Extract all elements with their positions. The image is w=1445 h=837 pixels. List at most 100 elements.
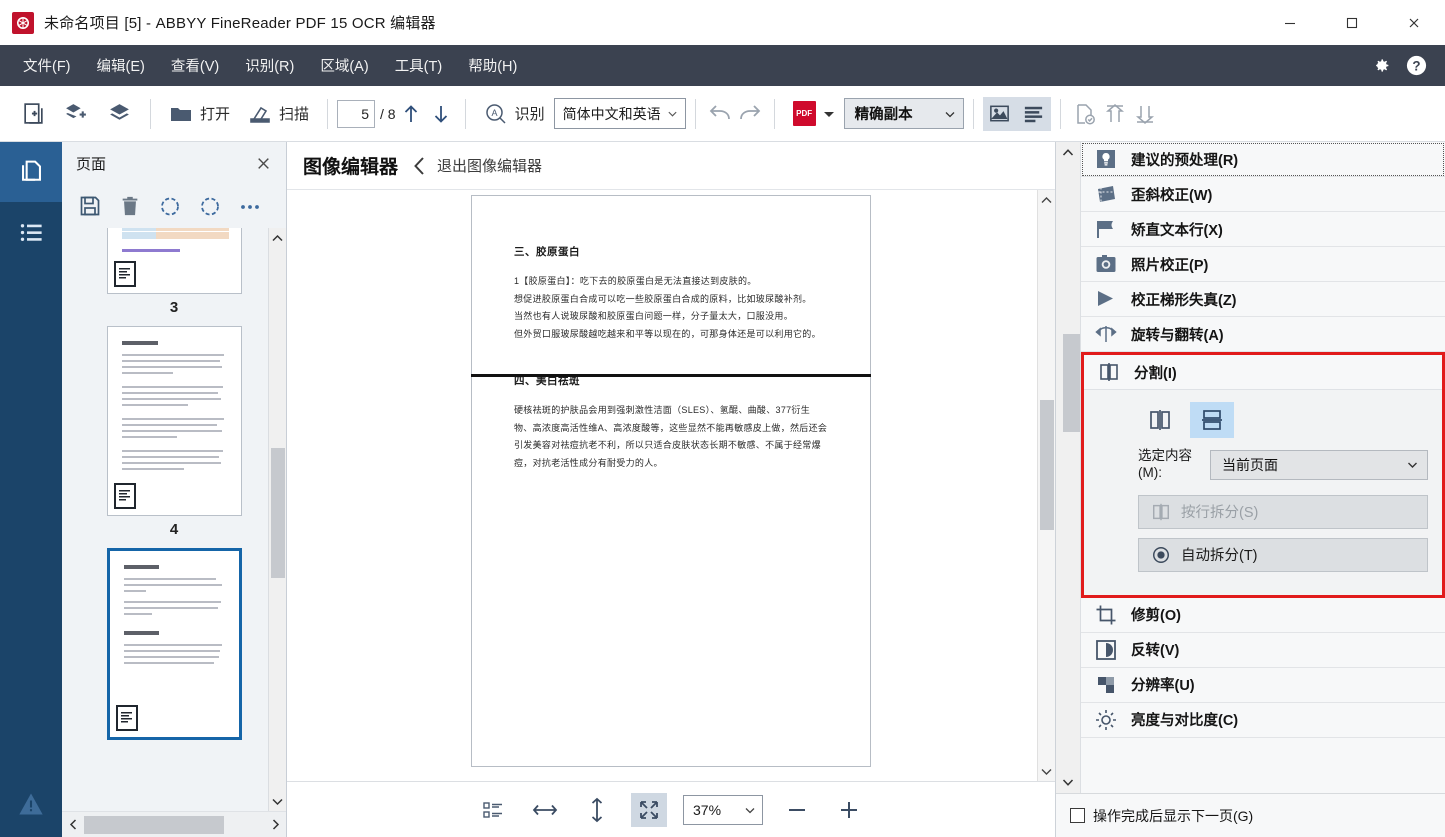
split-scope-select[interactable]: 当前页面 [1210, 450, 1428, 480]
add-layers-icon[interactable] [55, 94, 98, 134]
tool-rotate-flip[interactable]: 旋转与翻转(A) [1081, 317, 1445, 352]
tool-suggested-preprocessing[interactable]: 建议的预处理(R) [1081, 142, 1445, 177]
list-rail-icon[interactable] [0, 202, 62, 262]
show-next-page-checkbox[interactable] [1070, 808, 1085, 823]
tool-crop[interactable]: 修剪(O) [1081, 598, 1445, 633]
chevron-left-icon[interactable] [62, 812, 84, 837]
thumbnail-item-3[interactable]: 3 [107, 232, 242, 316]
page-number-input[interactable]: 5 [337, 100, 375, 128]
language-select[interactable]: 简体中文和英语 [554, 98, 686, 129]
tool-resolution[interactable]: 分辨率(U) [1081, 668, 1445, 703]
gear-icon[interactable] [1365, 51, 1395, 81]
chevron-up-icon[interactable] [269, 228, 287, 248]
menu-recognize[interactable]: 识别(R) [232, 49, 307, 82]
split-vertical-icon[interactable] [1138, 402, 1182, 438]
menu-edit[interactable]: 编辑(E) [84, 49, 158, 82]
hscrollbar-track[interactable] [84, 812, 264, 837]
thumbnail-page[interactable] [107, 326, 242, 516]
fit-height-icon[interactable] [579, 793, 615, 827]
open-button[interactable]: 打开 [160, 94, 239, 134]
split-guide-line[interactable] [471, 374, 871, 377]
menu-area[interactable]: 区域(A) [307, 49, 381, 82]
more-icon[interactable] [232, 189, 268, 223]
close-icon[interactable] [250, 150, 276, 176]
document-page[interactable]: 三、胶原蛋白 1【胶原蛋白】：吃下去的胶原蛋白是无法直接达到皮肤的。 想促进胶原… [471, 195, 871, 767]
scrollbar-track[interactable] [269, 248, 287, 791]
chevron-up-icon[interactable] [1038, 190, 1056, 210]
thumbnail-item-4[interactable]: 4 [107, 316, 242, 538]
scrollbar-track[interactable] [1038, 210, 1056, 761]
thumbnail-item-5[interactable] [107, 538, 242, 740]
tools-scrollbar[interactable] [1056, 142, 1081, 793]
show-next-page-row[interactable]: 操作完成后显示下一页(G) [1056, 793, 1445, 837]
menu-help[interactable]: 帮助(H) [455, 49, 530, 82]
download-icon[interactable] [1130, 98, 1160, 130]
delete-icon[interactable] [112, 189, 148, 223]
recognize-button[interactable]: A 识别 [475, 94, 554, 134]
maximize-button[interactable] [1321, 0, 1383, 45]
zoom-out-button[interactable] [779, 793, 815, 827]
add-page-icon[interactable] [12, 94, 55, 134]
undo-icon[interactable] [705, 98, 735, 130]
thumbnails-scrollbar[interactable] [268, 228, 286, 811]
hscrollbar-thumb[interactable] [84, 816, 224, 834]
toolbar-separator-3 [465, 99, 466, 129]
fit-width-icon[interactable] [527, 793, 563, 827]
pdf-badge: PDF [793, 101, 816, 126]
warning-triangle-icon[interactable] [0, 771, 62, 837]
chevron-down-icon[interactable] [269, 791, 287, 811]
zoom-select[interactable]: 37% [683, 795, 763, 825]
text-view-icon[interactable] [1017, 97, 1051, 131]
pdf-format-button[interactable]: PDF [784, 94, 844, 134]
split-by-line-button[interactable]: 按行拆分(S) [1138, 495, 1428, 529]
image-view-icon[interactable] [983, 97, 1017, 131]
exit-image-editor-button[interactable]: 退出图像编辑器 [412, 155, 542, 176]
chevron-down-icon[interactable] [1059, 771, 1077, 793]
chevron-right-icon[interactable] [264, 812, 286, 837]
tool-correct-trapezoid[interactable]: 校正梯形失真(Z) [1081, 282, 1445, 317]
document-check-icon[interactable] [1070, 98, 1100, 130]
tool-straighten-text-lines[interactable]: 矫直文本行(X) [1081, 212, 1445, 247]
tool-split-header[interactable]: 分割(I) [1084, 355, 1442, 390]
chevron-down-icon[interactable] [1038, 761, 1056, 781]
close-button[interactable] [1383, 0, 1445, 45]
scrollbar-thumb[interactable] [1040, 400, 1054, 530]
rotate-right-icon[interactable] [192, 189, 228, 223]
tool-invert[interactable]: 反转(V) [1081, 633, 1445, 668]
layers-icon[interactable] [98, 94, 141, 134]
pages-rail-icon[interactable] [0, 142, 62, 202]
upload-icon[interactable] [1100, 98, 1130, 130]
tool-deskew[interactable]: 歪斜校正(W) [1081, 177, 1445, 212]
tool-photo-correction[interactable]: 照片校正(P) [1081, 247, 1445, 282]
scrollbar-thumb[interactable] [271, 448, 285, 578]
minimize-button[interactable] [1259, 0, 1321, 45]
arrow-up-icon[interactable] [396, 98, 426, 130]
menu-tools[interactable]: 工具(T) [382, 49, 456, 82]
tool-brightness-contrast[interactable]: 亮度与对比度(C) [1081, 703, 1445, 738]
tools-list: 建议的预处理(R) 歪斜校正(W) 矫直文本行(X) [1081, 142, 1445, 793]
fit-screen-icon[interactable] [631, 793, 667, 827]
zoom-in-button[interactable] [831, 793, 867, 827]
question-circle-icon[interactable]: ? [1401, 51, 1431, 81]
thumbnail-page[interactable] [107, 228, 242, 294]
scan-button[interactable]: 扫描 [239, 94, 318, 134]
chevron-left-icon [412, 156, 427, 176]
redo-icon[interactable] [735, 98, 765, 130]
chevron-up-icon[interactable] [1059, 142, 1077, 164]
split-horizontal-icon[interactable] [1190, 402, 1234, 438]
canvas-scrollbar[interactable] [1037, 190, 1055, 781]
menu-file[interactable]: 文件(F) [10, 49, 84, 82]
menu-view[interactable]: 查看(V) [158, 49, 232, 82]
auto-split-button[interactable]: 自动拆分(T) [1138, 538, 1428, 572]
rotate-left-icon[interactable] [152, 189, 188, 223]
save-icon[interactable] [72, 189, 108, 223]
thumbnail-page-selected[interactable] [107, 548, 242, 740]
arrow-down-icon[interactable] [426, 98, 456, 130]
scrollbar-thumb[interactable] [1063, 334, 1080, 432]
format-select[interactable]: 精确副本 [844, 98, 964, 129]
scrollbar-track[interactable] [1059, 164, 1077, 771]
canvas-area[interactable]: 三、胶原蛋白 1【胶原蛋白】：吃下去的胶原蛋白是无法直接达到皮肤的。 想促进胶原… [287, 190, 1055, 781]
thumbnails-hscrollbar[interactable] [62, 811, 286, 837]
thumbnail-list[interactable]: 3 [62, 228, 286, 811]
fit-page-icon[interactable] [475, 793, 511, 827]
